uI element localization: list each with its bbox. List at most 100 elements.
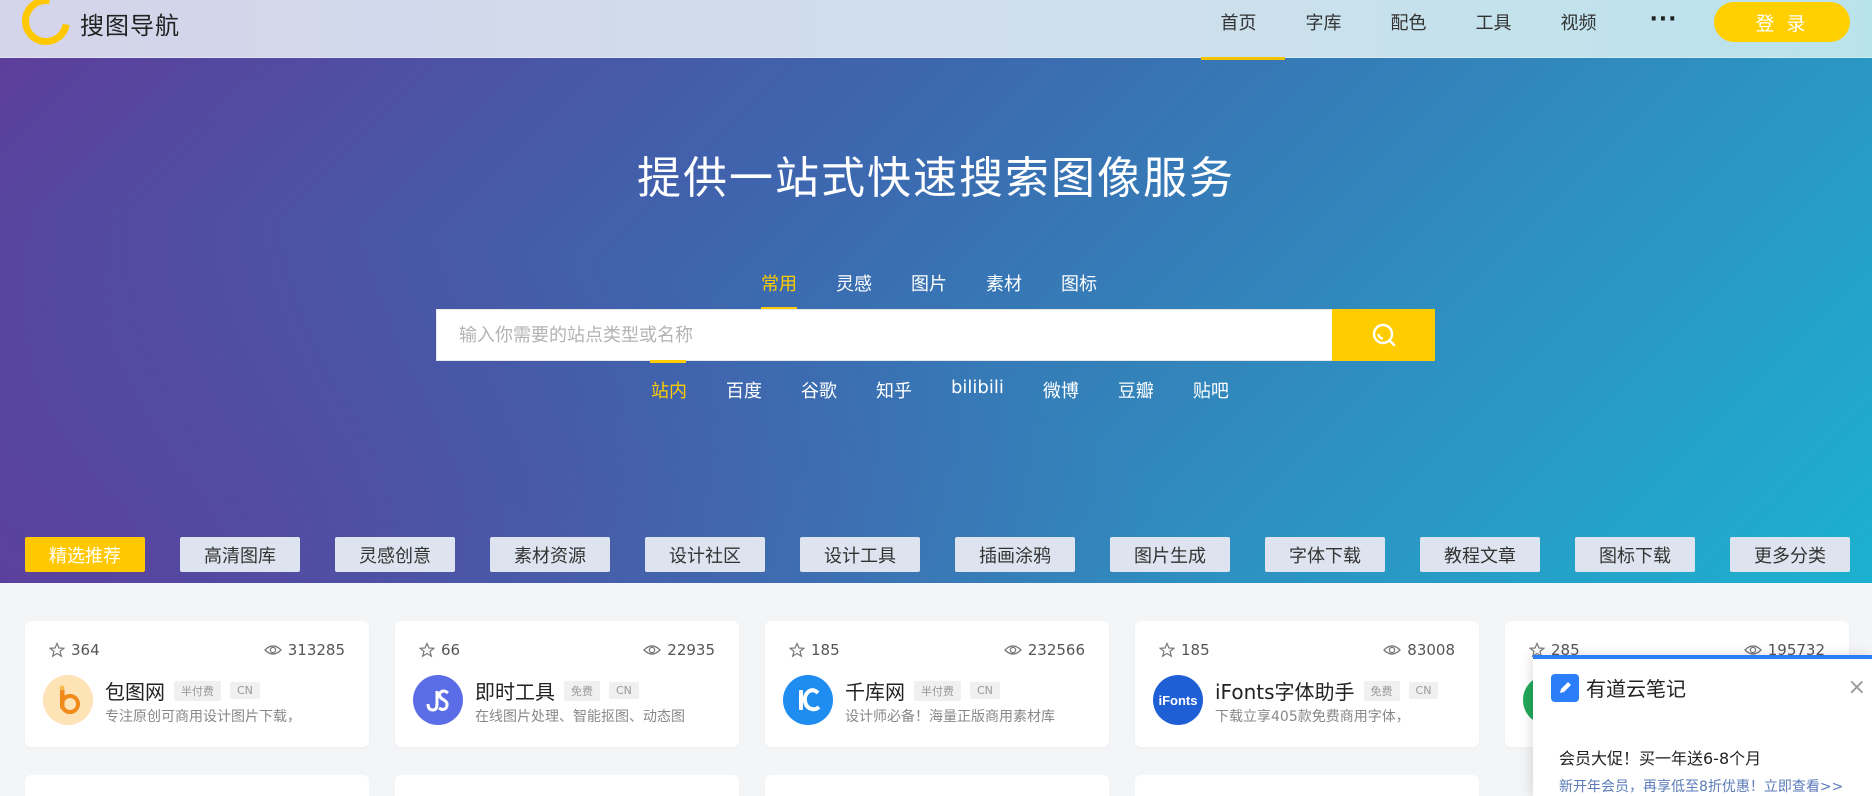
engine-weibo[interactable]: 微博 [1043,377,1079,403]
site-description: 设计师必备！海量正版商用素材库 [845,709,1055,725]
star-icon[interactable] [1159,642,1175,658]
category-hd-gallery[interactable]: 高清图库 [180,537,300,572]
hero-title: 提供一站式快速搜索图像服务 [637,153,1235,204]
category-design-tools[interactable]: 设计工具 [800,537,920,572]
engine-baidu[interactable]: 百度 [726,377,762,403]
popup-headline: 会员大促！买一年送6-8个月 [1559,749,1762,768]
category-icon-download[interactable]: 图标下载 [1575,537,1695,572]
star-icon[interactable] [419,642,435,658]
nav-item-fonts[interactable]: 字库 [1281,9,1366,35]
qianku-logo-icon [799,688,821,712]
category-tutorials[interactable]: 教程文章 [1420,537,1540,572]
pricing-tag: 免费 [564,680,600,701]
site-card-list-row-2 [25,775,1505,796]
login-button[interactable]: 登 录 [1714,2,1850,42]
category-bar: 精选推荐 高清图库 灵感创意 素材资源 设计社区 设计工具 插画涂鸦 图片生成 … [25,537,1872,572]
nav-item-videos[interactable]: 视频 [1536,9,1621,35]
eye-icon [643,645,662,655]
site-name: 即时工具 [475,680,555,704]
star-icon[interactable] [49,642,65,658]
popup-title: 有道云笔记 [1586,677,1686,701]
jishi-logo-icon [426,689,449,712]
site-logo-baotu [43,675,93,725]
category-inspiration[interactable]: 灵感创意 [335,537,455,572]
pricing-tag: 半付费 [174,680,221,701]
engine-bilibili[interactable]: bilibili [951,377,1004,403]
site-name: 千库网 [845,680,905,704]
tab-common[interactable]: 常用 [761,270,797,310]
site-card[interactable]: 185 232566 千库网 半付费 CN 设计师必备！海量正版商用素材库 [765,621,1109,747]
view-count: 83008 [1407,641,1455,659]
search-icon [1372,323,1395,347]
category-illustration[interactable]: 插画涂鸦 [955,537,1075,572]
tab-icons[interactable]: 图标 [1061,270,1097,296]
category-materials[interactable]: 素材资源 [490,537,610,572]
site-card[interactable]: 66 22935 即时工具 免费 CN 在线图片处理、智能抠图、动态图 [395,621,739,747]
nav-active-indicator [1201,57,1285,60]
engine-active-indicator [650,360,686,363]
search-engine-list: 站内 百度 谷歌 知乎 bilibili 微博 豆瓣 贴吧 [651,377,1268,403]
engine-google[interactable]: 谷歌 [801,377,837,403]
site-card[interactable] [765,775,1109,796]
star-icon[interactable] [789,642,805,658]
site-logo-ifonts: iFonts [1153,675,1203,725]
pricing-tag: 免费 [1363,680,1400,701]
logo-text: 搜图导航 [80,11,180,40]
main-nav: 首页 字库 配色 工具 视频 ··· 登 录 [1196,0,1872,44]
popup-link[interactable]: 新开年会员，再享低至8折优惠！立即查看>> [1559,776,1843,796]
nav-item-colors[interactable]: 配色 [1366,9,1451,35]
top-navigation: 搜图导航 首页 字库 配色 工具 视频 ··· 登 录 [0,0,1872,58]
more-menu-icon[interactable]: ··· [1621,7,1706,32]
logo-icon [12,0,80,55]
view-count: 232566 [1027,641,1085,659]
site-name: 包图网 [105,680,165,704]
region-tag: CN [970,682,1000,699]
region-tag: CN [609,682,639,699]
region-tag: CN [1408,682,1439,699]
star-count: 66 [441,641,461,659]
site-description: 在线图片处理、智能抠图、动态图 [475,709,685,725]
category-image-generation[interactable]: 图片生成 [1110,537,1230,572]
search-category-tabs: 常用 灵感 图片 素材 图标 [761,270,1136,310]
nav-item-tools[interactable]: 工具 [1451,9,1536,35]
tab-inspiration[interactable]: 灵感 [836,270,872,296]
site-name: iFonts字体助手 [1215,680,1355,704]
close-icon[interactable]: × [1848,675,1866,700]
card-stats: 364 313285 [49,641,345,659]
view-count: 313285 [287,641,345,659]
site-card[interactable]: 185 83008 iFonts iFonts字体助手 免费 CN 下载立享405款… [1135,621,1479,747]
category-design-community[interactable]: 设计社区 [645,537,765,572]
search-input[interactable] [437,310,1332,360]
eye-icon [1383,645,1402,655]
star-count: 364 [71,641,100,659]
star-count: 185 [811,641,840,659]
site-logo-jishi [413,675,463,725]
baotu-logo-icon [59,685,80,714]
view-count: 22935 [667,641,715,659]
tab-materials[interactable]: 素材 [986,270,1022,296]
site-card[interactable] [25,775,369,796]
tab-images[interactable]: 图片 [911,270,947,296]
site-card[interactable] [1135,775,1479,796]
pricing-tag: 半付费 [914,680,961,701]
card-stats: 185 232566 [789,641,1085,659]
site-logo[interactable]: 搜图导航 [12,0,180,55]
nav-item-home[interactable]: 首页 [1196,9,1281,35]
card-stats: 66 22935 [419,641,715,659]
promo-popup: 有道云笔记 × 会员大促！买一年送6-8个月 新开年会员，再享低至8折优惠！立即… [1533,655,1872,796]
site-card[interactable] [395,775,739,796]
category-more[interactable]: 更多分类 [1730,537,1850,572]
site-card[interactable]: 364 313285 包图网 半付费 CN 专注原创可商用设计图片下载， [25,621,369,747]
engine-zhihu[interactable]: 知乎 [876,377,912,403]
category-featured[interactable]: 精选推荐 [25,537,145,572]
category-font-download[interactable]: 字体下载 [1265,537,1385,572]
eye-icon [1003,645,1022,655]
site-description: 专注原创可商用设计图片下载， [105,709,301,725]
youdao-note-icon [1551,673,1579,702]
engine-douban[interactable]: 豆瓣 [1118,377,1154,403]
region-tag: CN [230,682,260,699]
search-button[interactable] [1332,309,1435,361]
engine-tieba[interactable]: 贴吧 [1193,377,1229,403]
engine-site[interactable]: 站内 [651,377,687,403]
search-bar [436,309,1435,361]
